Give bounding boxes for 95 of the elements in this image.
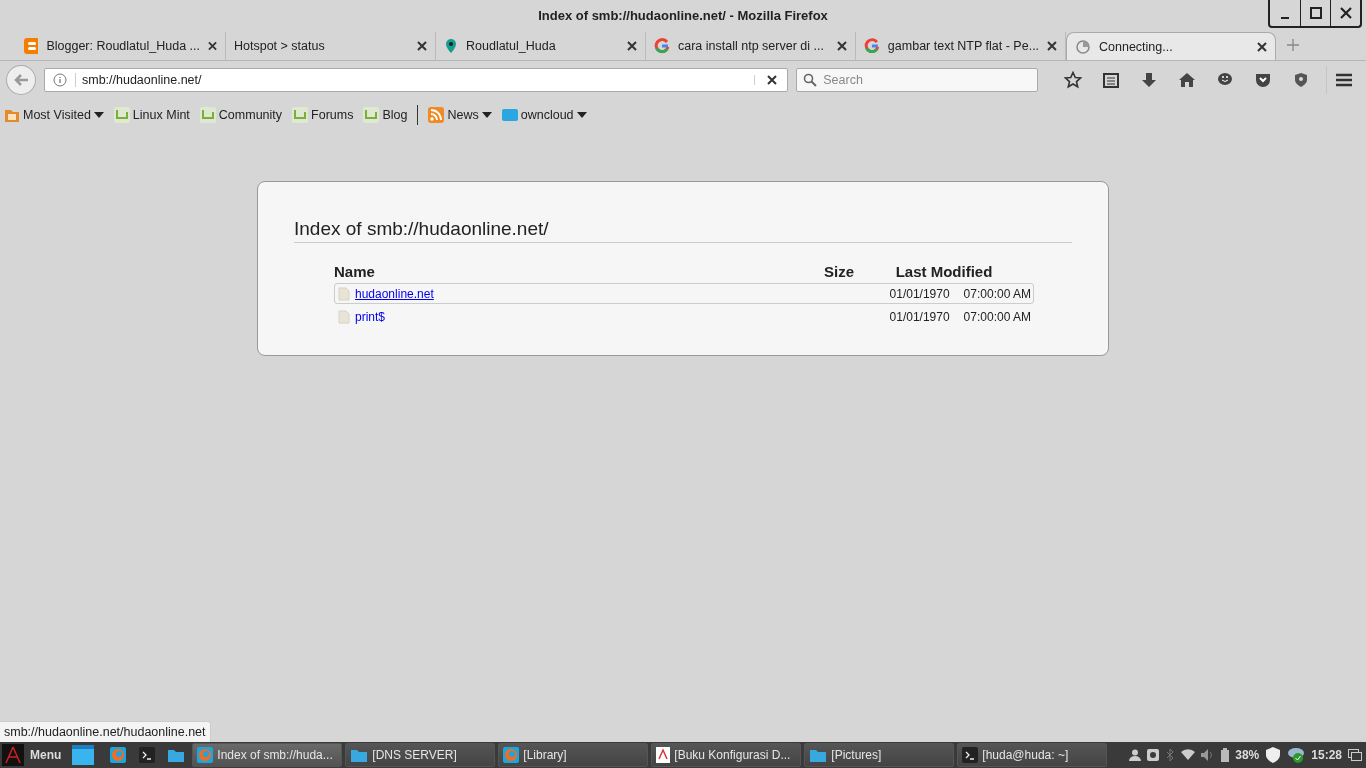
taskbar-window-button[interactable]: [Pictures] (804, 743, 955, 767)
desktop-launcher[interactable] (70, 743, 97, 767)
back-arrow-icon (13, 73, 29, 87)
folder-icon (501, 109, 518, 121)
folder-icon (350, 747, 369, 763)
home-icon (1179, 72, 1195, 88)
close-icon (1339, 7, 1352, 19)
date-cell: 01/01/1970 (889, 286, 950, 301)
info-icon[interactable] (52, 73, 67, 87)
status-text: smb://hudaonline.net/hudaonline.net (0, 721, 211, 742)
show-desktop-icon[interactable] (1348, 749, 1362, 761)
page-heading: Index of smb://hudaonline.net/ (294, 218, 1072, 243)
file-icon (337, 309, 351, 324)
map-pin-icon (444, 38, 458, 54)
mint-logo-icon (363, 107, 380, 123)
window-icon (72, 745, 95, 765)
close-icon[interactable] (767, 75, 778, 85)
pdf-icon (656, 747, 671, 763)
minimize-icon (1280, 17, 1290, 19)
taskbar-window-button[interactable]: [Buku Konfigurasi D... (651, 743, 802, 767)
bookmark-item[interactable]: owncloud (499, 108, 589, 122)
taskbar-window-button[interactable]: Index of smb://huda... (192, 743, 343, 767)
mint-logo-icon (113, 107, 130, 123)
file-link[interactable]: hudaonline.net (355, 286, 890, 301)
browser-tab[interactable]: Roudlatul_Huda (436, 32, 646, 60)
file-row[interactable]: print$ 01/01/1970 07:00:00 AM (334, 306, 1034, 327)
mint-logo-icon (292, 107, 309, 123)
folder-icon (167, 747, 186, 763)
close-icon[interactable] (627, 41, 637, 51)
blogger-icon (24, 38, 39, 54)
mint-logo-icon (199, 107, 216, 123)
bookmark-item[interactable]: Most Visited (2, 107, 106, 123)
browser-tab[interactable]: Hotspot > status (226, 32, 436, 60)
browser-tab[interactable]: Blogger: Roudlatul_Huda ... (16, 32, 226, 60)
download-icon (1141, 72, 1157, 88)
file-link[interactable]: print$ (355, 309, 890, 324)
clock[interactable]: 15:28 (1311, 748, 1342, 762)
star-icon (1064, 71, 1082, 89)
update-check-icon[interactable] (1287, 746, 1306, 764)
browser-tab[interactable]: cara install ntp server di ... (646, 32, 856, 60)
date-cell: 01/01/1970 (889, 309, 950, 324)
google-icon (654, 38, 670, 54)
google-icon (864, 38, 880, 54)
list-icon (1103, 72, 1119, 88)
disk-icon[interactable] (1147, 749, 1160, 761)
close-icon[interactable] (1257, 41, 1267, 52)
firefox-icon (110, 747, 127, 763)
browser-tab[interactable]: Connecting... (1066, 32, 1276, 60)
time-cell: 07:00:00 AM (963, 286, 1031, 301)
taskbar-window-button[interactable]: [Library] (498, 743, 649, 767)
caret-icon (481, 112, 492, 118)
battery-icon[interactable] (1221, 748, 1230, 762)
taskbar-window-button[interactable]: [DNS SERVER] (345, 743, 496, 767)
terminal-icon (962, 747, 979, 763)
time-cell: 07:00:00 AM (963, 309, 1031, 324)
folder-icon (809, 747, 828, 763)
bookmark-item[interactable]: Forums (290, 107, 356, 123)
caret-icon (93, 112, 104, 118)
column-header[interactable]: Name (334, 263, 814, 280)
shield-icon (1293, 72, 1309, 88)
bookmark-item[interactable]: Blog (361, 107, 410, 123)
loading-icon (1075, 38, 1091, 55)
window-title: Index of smb://hudaonline.net/ - Mozilla Firefox (538, 7, 828, 23)
close-icon[interactable] (1047, 41, 1057, 51)
firefox-icon (503, 747, 520, 763)
taskbar-window-button[interactable]: [huda@huda: ~] (957, 743, 1108, 767)
bookmark-item[interactable]: News (426, 107, 494, 123)
file-row[interactable]: hudaonline.net 01/01/1970 07:00:00 AM (334, 283, 1034, 304)
user-icon[interactable] (1129, 749, 1142, 761)
bluetooth-icon[interactable] (1165, 748, 1176, 762)
close-icon[interactable] (417, 41, 427, 51)
wifi-icon[interactable] (1181, 749, 1196, 761)
smiley-bubble-icon (1217, 72, 1233, 88)
search-icon (803, 73, 818, 87)
terminal-icon (139, 747, 156, 763)
browser-tab[interactable]: gambar text NTP flat - Pe... (856, 32, 1066, 60)
address-field[interactable]: smb://hudaonline.net/ (43, 68, 789, 92)
bookmark-item[interactable]: Linux Mint (111, 107, 192, 123)
column-header[interactable]: Size (814, 263, 854, 280)
rss-icon (428, 107, 445, 123)
firefox-icon (197, 747, 214, 763)
shield-icon[interactable] (1265, 746, 1282, 764)
close-icon[interactable] (837, 41, 847, 51)
logo-icon (2, 744, 24, 766)
bookmark-item[interactable]: Community (197, 107, 285, 123)
folder-icon (4, 107, 20, 123)
caret-icon (576, 112, 587, 118)
maximize-icon (1309, 7, 1322, 19)
pocket-icon (1255, 72, 1271, 88)
menu-icon (1334, 72, 1353, 88)
start-menu-button[interactable]: Menu (0, 744, 68, 766)
battery-percent: 38% (1235, 748, 1260, 762)
column-header[interactable]: Last Modified (854, 263, 1034, 280)
close-icon[interactable] (208, 41, 217, 51)
file-icon (337, 286, 351, 301)
